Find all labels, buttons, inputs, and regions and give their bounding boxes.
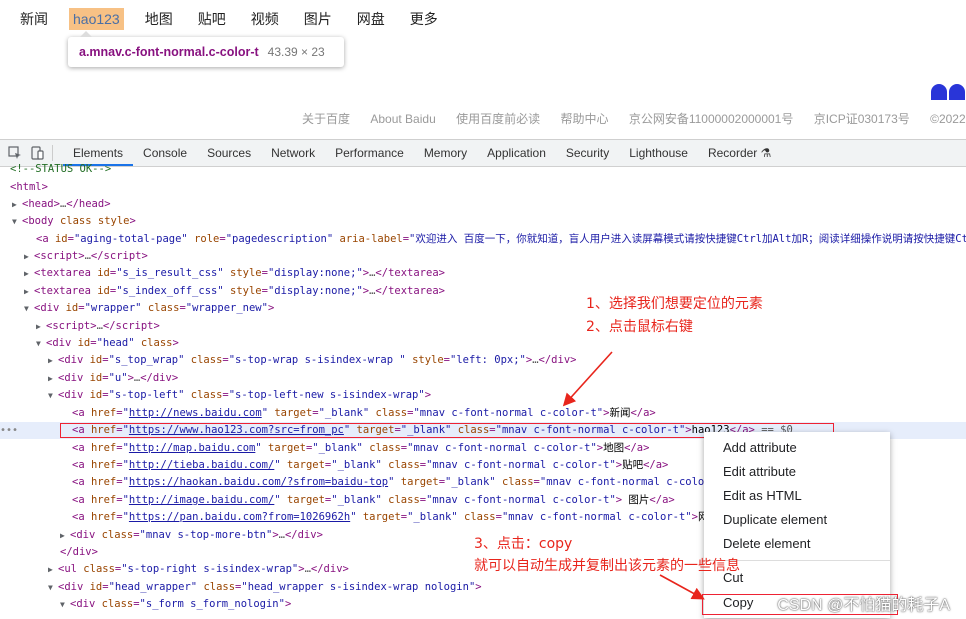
arrow-to-copy <box>659 574 705 600</box>
arrow-to-element <box>562 351 613 407</box>
watermark: CSDN @不怕猫的耗子A <box>777 597 950 614</box>
annotation-arrows <box>562 351 705 600</box>
